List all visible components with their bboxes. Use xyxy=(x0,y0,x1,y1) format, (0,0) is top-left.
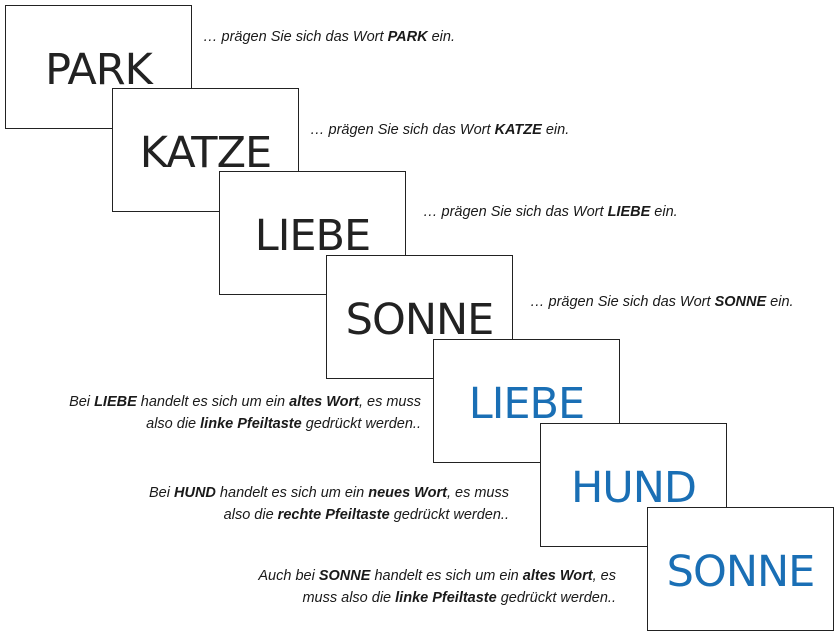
caption-text: handelt es sich um ein xyxy=(370,568,523,584)
caption-text: … prägen Sie sich das Wort xyxy=(203,29,388,45)
caption-text: ein. xyxy=(541,122,570,138)
caption-line: Auch bei SONNE handelt es sich um ein al… xyxy=(258,565,616,587)
caption-line: muss also die linke Pfeiltaste gedrückt … xyxy=(258,587,616,609)
card-word: HUND xyxy=(570,462,697,513)
caption-5: Bei LIEBE handelt es sich um ein altes W… xyxy=(69,391,421,435)
caption-text: ein. xyxy=(650,204,678,220)
caption-text: gedrückt werden.. xyxy=(301,416,421,432)
caption-emphasis: PARK xyxy=(387,29,428,45)
caption-emphasis: SONNE xyxy=(714,294,767,310)
card-word: LIEBE xyxy=(468,378,585,429)
caption-text: … prägen Sie sich das Wort xyxy=(530,294,715,310)
caption-line: … prägen Sie sich das Wort SONNE ein. xyxy=(530,291,794,313)
caption-line: … prägen Sie sich das Wort KATZE ein. xyxy=(310,119,569,141)
caption-3: … prägen Sie sich das Wort LIEBE ein. xyxy=(423,201,678,223)
caption-emphasis: rechte Pfeiltaste xyxy=(277,507,390,523)
caption-line: Bei LIEBE handelt es sich um ein altes W… xyxy=(69,391,421,413)
caption-line: … prägen Sie sich das Wort PARK ein. xyxy=(203,26,455,48)
caption-emphasis: altes Wort xyxy=(522,568,593,584)
caption-emphasis: linke Pfeiltaste xyxy=(395,590,497,606)
card-word: KATZE xyxy=(139,127,272,178)
caption-emphasis: HUND xyxy=(174,485,216,501)
caption-text: Auch bei xyxy=(258,568,319,584)
caption-text: also die xyxy=(223,507,278,523)
caption-text: ein. xyxy=(766,294,794,310)
caption-emphasis: LIEBE xyxy=(94,394,137,410)
caption-text: handelt es sich um ein xyxy=(136,394,290,410)
caption-text: handelt es sich um ein xyxy=(215,485,369,501)
caption-emphasis: KATZE xyxy=(494,122,542,138)
card-word: SONNE xyxy=(666,546,816,597)
caption-7: Auch bei SONNE handelt es sich um ein al… xyxy=(258,565,616,609)
caption-text: , es muss xyxy=(446,485,509,501)
caption-text: gedrückt werden.. xyxy=(389,507,509,523)
caption-text: muss also die xyxy=(302,590,396,606)
card-word: PARK xyxy=(45,44,153,95)
caption-text: Bei xyxy=(149,485,175,501)
caption-text: , es xyxy=(592,568,616,584)
card-7: SONNE xyxy=(647,507,834,631)
caption-text: ein. xyxy=(427,29,455,45)
caption-line: … prägen Sie sich das Wort LIEBE ein. xyxy=(423,201,678,223)
caption-4: … prägen Sie sich das Wort SONNE ein. xyxy=(530,291,794,313)
caption-text: … prägen Sie sich das Wort xyxy=(423,204,608,220)
caption-text: … prägen Sie sich das Wort xyxy=(310,122,495,138)
caption-emphasis: LIEBE xyxy=(607,204,651,220)
caption-6: Bei HUND handelt es sich um ein neues Wo… xyxy=(149,482,509,526)
caption-line: Bei HUND handelt es sich um ein neues Wo… xyxy=(149,482,509,504)
caption-text: also die xyxy=(146,416,201,432)
caption-text: , es muss xyxy=(358,394,421,410)
caption-line: also die rechte Pfeiltaste gedrückt werd… xyxy=(149,504,509,526)
caption-text: gedrückt werden.. xyxy=(496,590,616,606)
caption-emphasis: linke Pfeiltaste xyxy=(200,416,302,432)
caption-emphasis: altes Wort xyxy=(289,394,359,410)
caption-emphasis: neues Wort xyxy=(368,485,447,501)
card-word: SONNE xyxy=(345,294,495,345)
caption-1: … prägen Sie sich das Wort PARK ein. xyxy=(203,26,455,48)
caption-line: also die linke Pfeiltaste gedrückt werde… xyxy=(69,413,421,435)
caption-text: Bei xyxy=(69,394,95,410)
card-word: LIEBE xyxy=(254,210,371,261)
caption-emphasis: SONNE xyxy=(318,568,371,584)
caption-2: … prägen Sie sich das Wort KATZE ein. xyxy=(310,119,569,141)
